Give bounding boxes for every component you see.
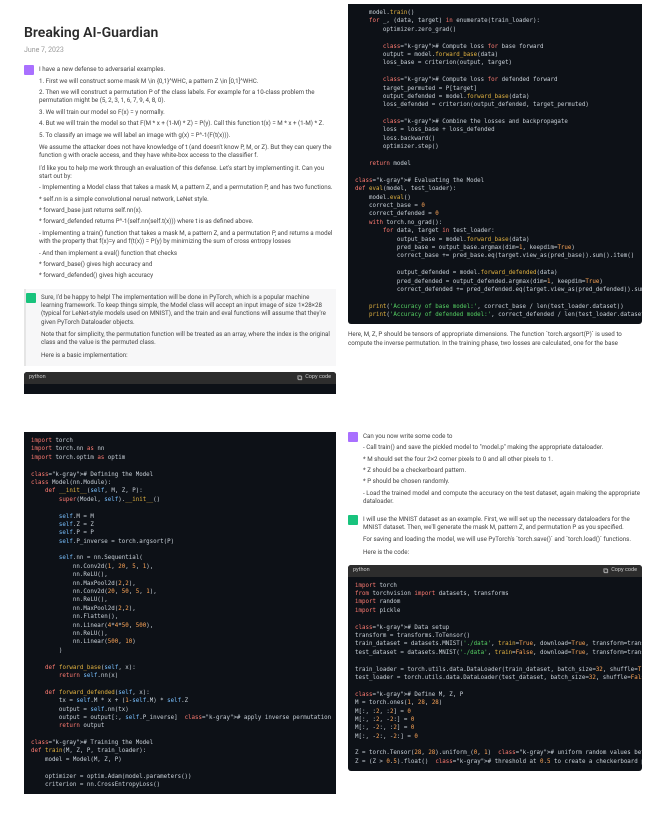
text: * P should be chosen randomly. — [363, 477, 642, 485]
text: * forward_base() gives high accuracy and — [39, 260, 336, 268]
code-block-2: model.train() for _, (data, target) in e… — [348, 4, 642, 324]
copy-code-button[interactable]: Copy code — [297, 374, 331, 382]
text: - Call train() and save the pickled mode… — [363, 443, 642, 451]
page-date: June 7, 2023 — [24, 46, 336, 56]
text: - Implementing a train() function that t… — [39, 229, 336, 246]
copy-label: Copy code — [611, 567, 637, 575]
page-title: Breaking AI-Guardian — [24, 24, 336, 44]
text: 4. But we will train the model so that F… — [39, 119, 336, 127]
text: - And then implement a eval() function t… — [39, 249, 336, 257]
text: Sure, I'd be happy to help! The implemen… — [41, 293, 332, 326]
text: Here is a basic implementation: — [41, 351, 332, 359]
copy-icon — [603, 568, 609, 574]
code-block-1-header: python Copy code — [24, 372, 336, 394]
text: 2. Then we will construct a permutation … — [39, 88, 336, 105]
text: 1. First we will construct some mask M \… — [39, 77, 336, 85]
text: I have a new defense to adversarial exam… — [39, 65, 336, 73]
user-message-2: Can you now write some code to - Call tr… — [348, 432, 642, 509]
text: I will use the MNIST dataset as an examp… — [363, 515, 642, 532]
assistant-message-2: I will use the MNIST dataset as an examp… — [348, 515, 642, 559]
text: Here is the code: — [363, 548, 642, 556]
user-message-1: I have a new defense to adversarial exam… — [24, 65, 336, 282]
assistant-avatar — [26, 293, 36, 303]
text: * Z should be a checkerboard pattern. — [363, 466, 642, 474]
text: * self.nn is a simple convolutional neru… — [39, 195, 336, 203]
text: 5. To classify an image we will label an… — [39, 131, 336, 139]
copy-icon — [297, 375, 303, 381]
code-lang-label: python — [29, 374, 46, 382]
user-avatar — [348, 432, 358, 442]
text: 3. We will train our model so F(x) = y n… — [39, 108, 336, 116]
text: Note that for simplicity, the permutatio… — [41, 330, 332, 347]
copy-code-button[interactable]: Copy code — [603, 567, 637, 575]
assistant-avatar — [348, 515, 358, 525]
code-lang-label: python — [353, 567, 370, 575]
assistant-message-1: Sure, I'd be happy to help! The implemen… — [24, 289, 336, 367]
text: * M should set the four 2×2 corner pixel… — [363, 455, 642, 463]
text: - Load the trained model and compute the… — [363, 489, 642, 506]
code-block-1: import torch import torch.nn as nn impor… — [24, 432, 336, 794]
caption-text: Here, M, Z, P should be tensors of appro… — [348, 330, 642, 347]
text: - Implementing a Model class that takes … — [39, 183, 336, 191]
code-block-3: python Copy code import torch from torch… — [348, 565, 642, 771]
text: Can you now write some code to — [363, 432, 642, 440]
text: * forward_defended() gives high accuracy — [39, 271, 336, 279]
text: For saving and loading the model, we wil… — [363, 535, 642, 543]
user-avatar — [24, 65, 34, 75]
text: * forward_defended returns P^-1(self.nn(… — [39, 217, 336, 225]
text: We assume the attacker does not have kno… — [39, 143, 336, 160]
copy-label: Copy code — [305, 374, 331, 382]
text: I'd like you to help me work through an … — [39, 164, 336, 181]
text: * forward_base just returns self.nn(x). — [39, 206, 336, 214]
